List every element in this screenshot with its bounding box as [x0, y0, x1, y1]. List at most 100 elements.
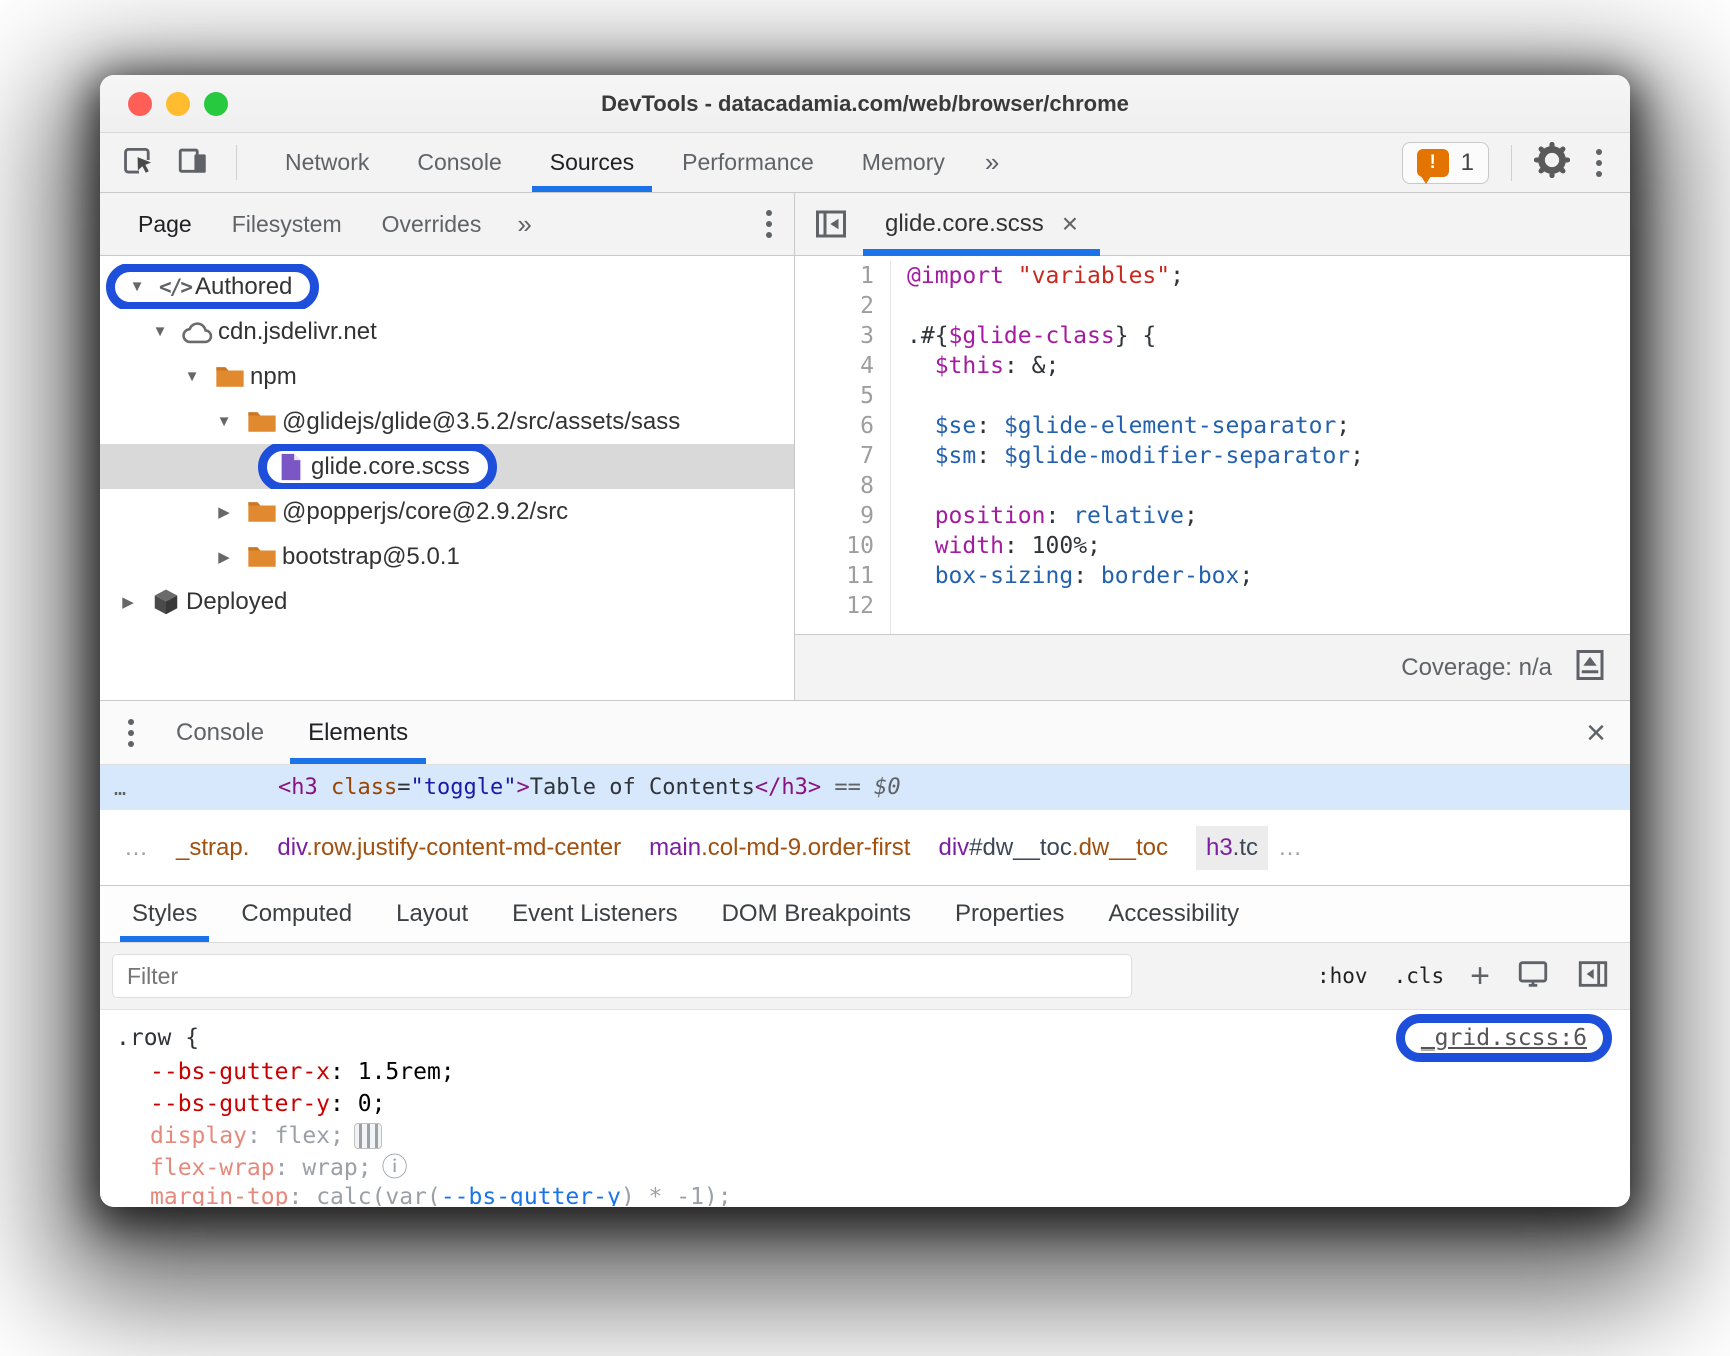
styles-tab-computed[interactable]: Computed	[219, 886, 374, 942]
line-number[interactable]: 8	[795, 471, 874, 501]
tree-item-glidejs-glide-3-5-2-src-assets-sass[interactable]: ▼@glidejs/glide@3.5.2/src/assets/sass	[100, 399, 794, 444]
toolbar-tab-console[interactable]: Console	[393, 133, 525, 192]
styles-filter-input[interactable]	[112, 954, 1132, 998]
css-property-line[interactable]: display: flex;	[100, 1120, 1630, 1152]
stylesheet-source-link[interactable]: _grid.scss:6	[1421, 1025, 1587, 1051]
tree-item-bootstrap-5-0-1[interactable]: ▶bootstrap@5.0.1	[100, 534, 794, 579]
toggle-hover-state-button[interactable]: :hov	[1317, 964, 1368, 988]
drawer-tab-console[interactable]: Console	[154, 701, 286, 764]
styles-tab-properties[interactable]: Properties	[933, 886, 1086, 942]
syntax-token	[318, 775, 331, 800]
syntax-token: wrap;	[302, 1155, 371, 1181]
syntax-token: >	[517, 775, 530, 800]
caret-right-icon[interactable]: ▶	[206, 503, 242, 521]
line-number-gutter[interactable]: 123456789101112	[795, 261, 891, 634]
line-number[interactable]: 7	[795, 441, 874, 471]
collapse-navigator-icon[interactable]	[813, 193, 849, 255]
css-property-line[interactable]: --bs-gutter-x: 1.5rem;	[100, 1056, 1630, 1088]
styles-tab-accessibility[interactable]: Accessibility	[1086, 886, 1261, 942]
code-line: @import "variables";	[907, 261, 1630, 291]
breadcrumb-item[interactable]: _strap.	[176, 834, 249, 862]
syntax-token: <h3	[278, 775, 318, 800]
css-property-line[interactable]: flex-wrap: wrap;ⓘ	[100, 1152, 1630, 1184]
show-drawer-icon[interactable]	[1572, 647, 1608, 688]
dom-expander-ellipsis[interactable]: …	[100, 776, 128, 800]
line-number[interactable]: 3	[795, 321, 874, 351]
code-editor[interactable]: 123456789101112 @import "variables";.#{$…	[795, 256, 1630, 634]
show-computed-sidebar-icon[interactable]	[1576, 957, 1610, 996]
main-kebab-menu-icon[interactable]	[1592, 145, 1606, 181]
toolbar-tab-performance[interactable]: Performance	[658, 133, 838, 192]
caret-right-icon[interactable]: ▶	[110, 593, 146, 611]
drawer-kebab-menu-icon[interactable]	[124, 715, 138, 751]
styles-tab-styles[interactable]: Styles	[110, 886, 219, 942]
navigator-more-tabs-button[interactable]: »	[501, 209, 547, 240]
line-number[interactable]: 10	[795, 531, 874, 561]
line-number[interactable]: 9	[795, 501, 874, 531]
tree-item-npm[interactable]: ▼npm	[100, 354, 794, 399]
rendering-emulation-icon[interactable]	[1516, 957, 1550, 996]
tab-close-icon[interactable]: ×	[1062, 210, 1078, 238]
caret-down-icon[interactable]: ▼	[206, 413, 242, 430]
syntax-token: :	[288, 1184, 316, 1206]
editor-file-tab[interactable]: glide.core.scss ×	[863, 193, 1100, 255]
tree-item-glide-core-scss[interactable]: glide.core.scss	[100, 444, 794, 489]
flex-editor-badge-icon[interactable]	[354, 1123, 382, 1149]
new-style-rule-button[interactable]: +	[1470, 959, 1490, 993]
issue-bubble-icon: !	[1417, 149, 1449, 177]
syntax-token: ) * -1);	[621, 1184, 732, 1206]
annotation-ring: glide.core.scss	[258, 444, 497, 489]
navigator-tab-page[interactable]: Page	[118, 211, 212, 238]
css-rule-header[interactable]: .row { _grid.scss:6	[100, 1020, 1630, 1056]
breadcrumb-item[interactable]: …	[1278, 834, 1302, 862]
line-number[interactable]: 6	[795, 411, 874, 441]
navigator-tab-filesystem[interactable]: Filesystem	[212, 211, 362, 238]
caret-down-icon[interactable]: ▼	[119, 278, 155, 295]
toolbar-tab-sources[interactable]: Sources	[526, 133, 658, 192]
toolbar-tab-network[interactable]: Network	[261, 133, 393, 192]
styles-tab-layout[interactable]: Layout	[374, 886, 490, 942]
styles-tab-event-listeners[interactable]: Event Listeners	[490, 886, 699, 942]
line-number[interactable]: 11	[795, 561, 874, 591]
syntax-token: div	[277, 834, 306, 861]
line-number[interactable]: 1	[795, 261, 874, 291]
breadcrumb-item[interactable]: main.col-md-9.order-first	[649, 834, 910, 862]
navigator-kebab-menu-icon[interactable]	[762, 206, 776, 242]
more-tabs-button[interactable]: »	[969, 133, 1015, 192]
syntax-token: $glide-element-separator	[1004, 413, 1336, 439]
drawer-tab-elements[interactable]: Elements	[286, 701, 430, 764]
breadcrumb-item[interactable]: h3.tc	[1196, 826, 1268, 870]
settings-gear-icon[interactable]	[1534, 142, 1570, 183]
toolbar-tab-memory[interactable]: Memory	[838, 133, 969, 192]
tree-item-popperjs-core-2-9-2-src[interactable]: ▶@popperjs/core@2.9.2/src	[100, 489, 794, 534]
tree-item-deployed[interactable]: ▶Deployed	[100, 579, 794, 624]
css-property-line[interactable]: margin-top: calc(var(--bs-gutter-y) * -1…	[100, 1184, 1630, 1206]
editor-pane: glide.core.scss × 123456789101112 @impor…	[795, 193, 1630, 700]
tree-item-cdn-jsdelivr-net[interactable]: ▼cdn.jsdelivr.net	[100, 309, 794, 354]
caret-right-icon[interactable]: ▶	[206, 548, 242, 566]
css-properties: --bs-gutter-x: 1.5rem;--bs-gutter-y: 0;d…	[100, 1056, 1630, 1206]
tree-item-authored[interactable]: ▼</>Authored	[100, 264, 794, 309]
breadcrumb-item[interactable]: div#dw__toc.dw__toc	[938, 834, 1168, 862]
caret-down-icon[interactable]: ▼	[142, 323, 178, 340]
code-line	[907, 381, 1630, 411]
dom-element-markup: <h3 class="toggle">Table of Contents</h3…	[278, 775, 901, 800]
line-number[interactable]: 12	[795, 591, 874, 621]
info-icon[interactable]: ⓘ	[382, 1155, 408, 1181]
toggle-device-toolbar-icon[interactable]	[176, 143, 210, 182]
line-number[interactable]: 5	[795, 381, 874, 411]
drawer-close-icon[interactable]: ×	[1586, 716, 1606, 750]
line-number[interactable]: 4	[795, 351, 874, 381]
syntax-token: relative	[1073, 503, 1184, 529]
element-classes-button[interactable]: .cls	[1394, 964, 1445, 988]
navigator-tab-overrides[interactable]: Overrides	[362, 211, 502, 238]
breadcrumb-item[interactable]: …	[124, 834, 148, 862]
styles-tab-dom-breakpoints[interactable]: DOM Breakpoints	[700, 886, 933, 942]
line-number[interactable]: 2	[795, 291, 874, 321]
css-property-line[interactable]: --bs-gutter-y: 0;	[100, 1088, 1630, 1120]
inspect-element-icon[interactable]	[122, 143, 156, 182]
breadcrumb-item[interactable]: div.row.justify-content-md-center	[277, 834, 621, 862]
caret-down-icon[interactable]: ▼	[174, 368, 210, 385]
issues-badge[interactable]: ! 1	[1402, 142, 1489, 184]
selected-dom-element-row[interactable]: … <h3 class="toggle">Table of Contents</…	[100, 765, 1630, 810]
